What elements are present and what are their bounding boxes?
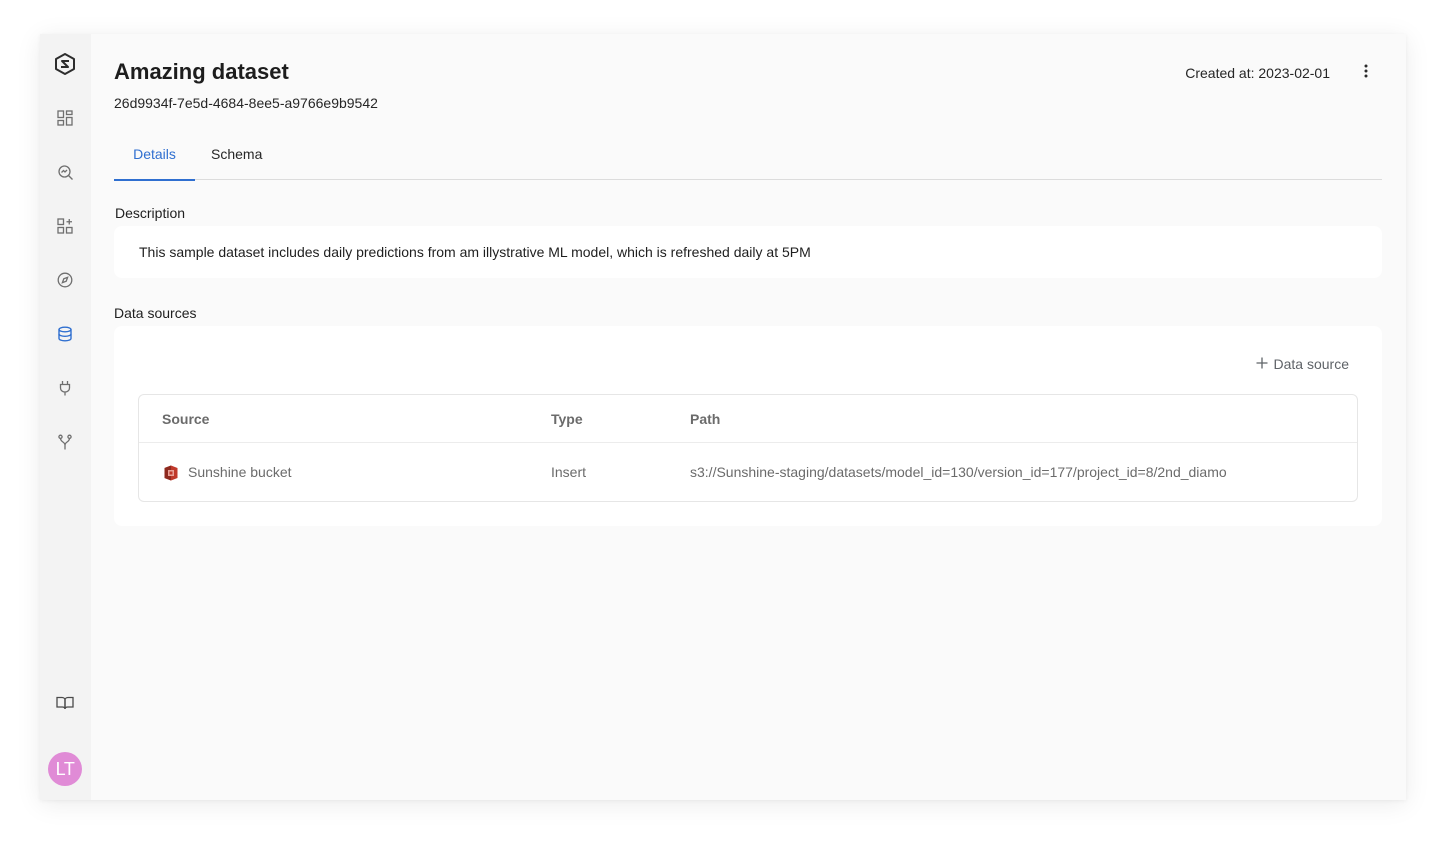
data-sources-card: Data source Source Type Path Sunshine bu… — [114, 326, 1382, 526]
page-title: Amazing dataset — [114, 59, 289, 84]
column-source: Source — [162, 411, 210, 427]
plug-icon — [57, 380, 73, 396]
sidebar-item-dashboard[interactable] — [53, 106, 77, 130]
column-path: Path — [690, 411, 721, 427]
tab-schema[interactable]: Schema — [211, 142, 262, 179]
dashboard-icon — [57, 110, 73, 126]
sidebar-item-pipelines[interactable] — [53, 430, 77, 454]
more-options-button[interactable] — [1358, 63, 1374, 83]
table-row[interactable]: Sunshine bucket Insert s3://Sunshine-sta… — [139, 443, 1357, 501]
app-window: LT Amazing dataset 26d9934f-7e5d-4684-8e… — [40, 34, 1406, 800]
sidebar-item-explore[interactable] — [53, 268, 77, 292]
sidebar-item-datasets[interactable] — [53, 322, 77, 346]
logo-icon[interactable] — [53, 52, 77, 76]
column-type: Type — [551, 411, 583, 427]
description-label: Description — [115, 205, 186, 221]
tab-details[interactable]: Details — [114, 142, 195, 181]
s3-bucket-icon — [164, 465, 178, 481]
description-text: This sample dataset includes daily predi… — [139, 244, 811, 260]
source-type: Insert — [551, 464, 587, 480]
data-sources-table: Source Type Path Sunshine bucket Insert … — [138, 394, 1358, 502]
add-widget-icon — [57, 218, 73, 234]
main-content: Amazing dataset 26d9934f-7e5d-4684-8ee5-… — [114, 34, 1382, 800]
search-analytics-icon — [57, 164, 74, 181]
branch-icon — [57, 434, 73, 450]
compass-icon — [57, 272, 73, 288]
source-path: s3://Sunshine-staging/datasets/model_id=… — [690, 464, 1227, 480]
database-icon — [57, 326, 73, 342]
tab-bar: Details Schema — [114, 142, 1382, 181]
add-data-source-button[interactable]: Data source — [1256, 356, 1349, 372]
kebab-menu-icon — [1364, 64, 1368, 83]
book-icon — [56, 695, 74, 711]
source-name: Sunshine bucket — [188, 464, 292, 480]
table-header: Source Type Path — [139, 395, 1357, 443]
sidebar-item-integrations[interactable] — [53, 376, 77, 400]
created-at: Created at: 2023-02-01 — [1185, 65, 1330, 81]
sidebar: LT — [40, 34, 91, 800]
dataset-id: 26d9934f-7e5d-4684-8ee5-a9766e9b9542 — [114, 95, 378, 111]
description-card: This sample dataset includes daily predi… — [114, 226, 1382, 278]
sidebar-item-widgets[interactable] — [53, 214, 77, 238]
avatar[interactable]: LT — [48, 752, 82, 786]
docs-button[interactable] — [53, 691, 77, 715]
plus-icon — [1256, 356, 1268, 372]
data-sources-label: Data sources — [114, 305, 197, 321]
sidebar-item-analytics[interactable] — [53, 160, 77, 184]
add-data-source-label: Data source — [1273, 356, 1349, 372]
